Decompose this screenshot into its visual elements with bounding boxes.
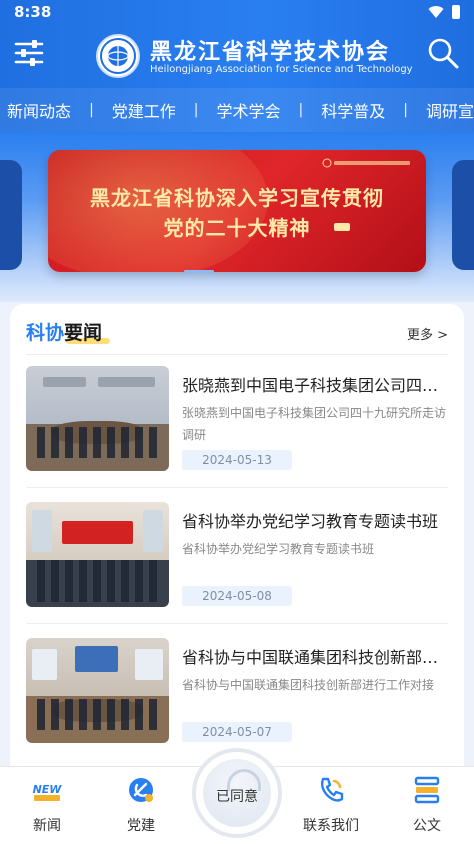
center-button-label: 已同意 xyxy=(216,789,258,805)
header: 8:38 黑龙江省科学技术协会 Heilongjiang Association… xyxy=(0,0,474,132)
tab-party[interactable]: 党建 xyxy=(94,767,188,844)
news-thumbnail xyxy=(26,638,169,743)
section-title-part2: 要闻 xyxy=(64,322,103,344)
app-title: 黑龙江省科学技术协会 xyxy=(150,39,391,65)
app-subtitle: Heilongjiang Association for Science and… xyxy=(150,64,413,75)
logo: 黑龙江省科学技术协会 Heilongjiang Association for … xyxy=(96,32,413,80)
banner-slide[interactable]: 黑龙江省科协深入学习宣传贯彻 党的二十大精神 xyxy=(48,150,426,272)
section-title-part1: 科协 xyxy=(26,322,65,344)
nav-item-news[interactable]: 新闻动态 xyxy=(7,98,71,122)
agree-center-button[interactable]: 已同意 xyxy=(196,752,278,834)
nav-item-research[interactable]: 调研宣 xyxy=(426,98,474,122)
banner-glow xyxy=(48,150,268,272)
nav-item-party[interactable]: 党建工作 xyxy=(112,98,176,122)
phone-icon xyxy=(320,777,344,802)
news-item-desc: 省科协与中国联通集团科技创新部进行工作对接 xyxy=(182,678,435,692)
news-item-desc: 省科协举办党纪学习教育专题读书班 xyxy=(182,542,375,556)
carousel-indicator xyxy=(184,270,214,273)
status-bar: 8:38 xyxy=(0,0,474,24)
news-item-date: 2024-05-07 xyxy=(182,722,292,742)
item-divider xyxy=(26,487,448,488)
banner-next-peek[interactable] xyxy=(452,160,474,270)
more-link[interactable]: 更多 > xyxy=(407,324,448,343)
party-emblem-icon xyxy=(129,778,153,802)
tab-label: 联系我们 xyxy=(303,818,359,834)
app-bar: 黑龙江省科学技术协会 Heilongjiang Association for … xyxy=(0,24,474,88)
document-stack-icon xyxy=(414,776,440,804)
news-item-date: 2024-05-13 xyxy=(182,450,292,470)
svg-text:NEW: NEW xyxy=(33,783,62,796)
banner-logo-mark xyxy=(322,158,412,170)
banner-tag xyxy=(334,223,350,231)
category-nav: 新闻动态 | 党建工作 | 学术学会 | 科学普及 | 调研宣 xyxy=(0,88,474,132)
status-time: 8:38 xyxy=(14,3,52,21)
nav-separator: | xyxy=(403,102,408,118)
wifi-icon xyxy=(428,6,444,19)
news-icon: NEW xyxy=(33,783,62,801)
news-thumbnail xyxy=(26,502,169,607)
banner-prev-peek[interactable] xyxy=(0,160,22,270)
nav-separator: | xyxy=(298,102,304,118)
divider xyxy=(26,354,448,355)
sliders-menu-icon[interactable] xyxy=(14,38,44,68)
nav-separator: | xyxy=(193,102,199,118)
search-icon[interactable] xyxy=(426,36,460,70)
news-item[interactable]: 省科协举办党纪学习教育专题读书班 省科协举办党纪学习教育专题读书班 2024-0… xyxy=(26,502,448,624)
news-item-title: 张晓燕到中国电子科技集团公司四十九研究所走访调研 xyxy=(182,376,448,395)
tab-documents[interactable]: 公文 xyxy=(380,767,474,844)
nav-item-academic[interactable]: 学术学会 xyxy=(217,98,281,122)
section-title: 科协要闻 xyxy=(26,318,102,345)
news-item[interactable]: 省科协与中国联通集团科技创新部进行工作对接 省科协与中国联通集团科技创新部进行工… xyxy=(26,638,448,760)
tab-contact[interactable]: 联系我们 xyxy=(284,767,378,844)
banner-headline-1: 黑龙江省科协深入学习宣传贯彻 xyxy=(90,186,384,210)
news-item-title: 省科协与中国联通集团科技创新部进行工作对接 xyxy=(182,648,448,667)
tab-label: 公文 xyxy=(413,818,441,834)
tab-label: 新闻 xyxy=(33,818,61,834)
news-item-date: 2024-05-08 xyxy=(182,586,292,606)
news-item[interactable]: 张晓燕到中国电子科技集团公司四十九研究所走访调研 张晓燕到中国电子科技集团公司四… xyxy=(26,366,448,488)
news-item-title: 省科协举办党纪学习教育专题读书班 xyxy=(182,512,439,531)
item-divider xyxy=(26,623,448,624)
association-emblem-icon xyxy=(96,34,140,78)
news-thumbnail xyxy=(26,366,169,471)
nav-separator: | xyxy=(89,102,94,118)
banner-watermark-icon xyxy=(322,158,410,168)
tab-label: 党建 xyxy=(127,818,155,834)
banner-headline-2: 党的二十大精神 xyxy=(163,216,311,240)
news-item-desc: 张晓燕到中国电子科技集团公司四十九研究所走访调研 xyxy=(182,406,447,442)
battery-icon xyxy=(452,5,460,19)
globe-icon xyxy=(100,38,136,74)
news-card: 科协要闻 更多 > 张晓燕到中国电子科技集团公司四十九研究所走访调研 张晓燕到中… xyxy=(10,304,464,774)
nav-item-science-pop[interactable]: 科学普及 xyxy=(321,98,385,122)
tab-news[interactable]: NEW 新闻 xyxy=(0,767,94,844)
